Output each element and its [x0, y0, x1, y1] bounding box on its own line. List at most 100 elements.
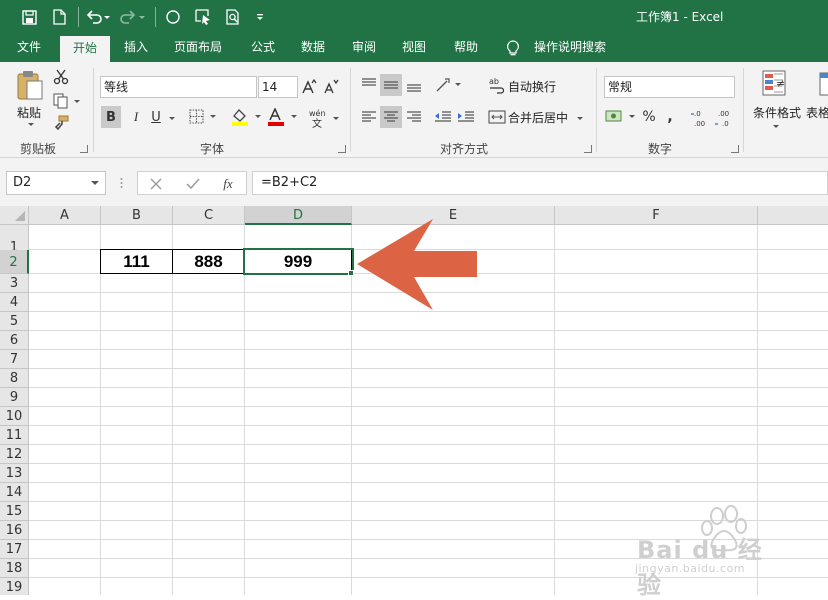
merge-dropdown-icon[interactable] — [576, 115, 584, 121]
tab-insert[interactable]: 插入 — [113, 34, 159, 62]
select-all-corner[interactable] — [0, 206, 29, 225]
alignment-launcher-icon[interactable] — [584, 145, 592, 153]
decrease-indent-icon[interactable] — [432, 106, 454, 128]
row-header-17[interactable]: 17 — [0, 540, 29, 559]
wrap-text-icon[interactable]: ab — [488, 74, 506, 96]
italic-button[interactable]: I — [126, 106, 146, 128]
new-file-icon[interactable] — [48, 6, 70, 28]
copy-icon[interactable] — [52, 92, 82, 110]
conditional-formatting-icon[interactable]: ≠ — [760, 68, 792, 100]
merge-center-icon[interactable] — [487, 106, 507, 128]
paste-dropdown-icon[interactable] — [27, 121, 35, 127]
row-header-7[interactable]: 7 — [0, 350, 29, 369]
orientation-icon[interactable] — [434, 74, 464, 96]
increase-indent-icon[interactable] — [455, 106, 477, 128]
customize-qat-icon[interactable] — [252, 6, 268, 28]
increase-font-icon[interactable] — [300, 76, 318, 98]
tab-review[interactable]: 审阅 — [341, 34, 387, 62]
font-launcher-icon[interactable] — [338, 145, 346, 153]
tab-help[interactable]: 帮助 — [443, 34, 489, 62]
clipboard-launcher-icon[interactable] — [80, 145, 88, 153]
tab-formulas[interactable]: 公式 — [240, 34, 286, 62]
undo-icon[interactable] — [84, 6, 112, 28]
select-objects-icon[interactable] — [192, 6, 214, 28]
fill-handle[interactable] — [348, 270, 354, 276]
cancel-icon[interactable] — [146, 174, 166, 194]
row-header-14[interactable]: 14 — [0, 483, 29, 502]
print-preview-icon[interactable] — [222, 6, 244, 28]
align-left-icon[interactable] — [359, 106, 379, 128]
font-size-select[interactable]: 14 — [258, 76, 298, 98]
decrease-decimal-icon[interactable]: .00.0 — [714, 106, 736, 130]
tab-data[interactable]: 数据 — [290, 34, 336, 62]
row-header-5[interactable]: 5 — [0, 312, 29, 331]
conditional-formatting-dropdown-icon[interactable] — [772, 123, 780, 129]
format-as-table-label[interactable]: 表格 — [806, 104, 828, 121]
increase-decimal-icon[interactable]: .0.00 — [690, 106, 710, 130]
row-header-18[interactable]: 18 — [0, 559, 29, 578]
number-launcher-icon[interactable] — [731, 145, 739, 153]
decrease-font-icon[interactable] — [322, 76, 340, 98]
tab-home[interactable]: 开始 — [60, 36, 110, 62]
row-header-11[interactable]: 11 — [0, 426, 29, 445]
insert-function-button[interactable]: fx — [218, 174, 238, 194]
row-header-13[interactable]: 13 — [0, 464, 29, 483]
phonetic-guide-icon[interactable]: wén 文 — [306, 106, 342, 130]
column-header-c[interactable]: C — [173, 206, 245, 225]
number-format-select[interactable]: 常规 — [604, 76, 735, 98]
merge-center-label[interactable]: 合并后居中 — [508, 109, 568, 126]
tell-me-search[interactable]: 操作说明搜索 — [530, 34, 610, 62]
cell-c2[interactable]: 888 — [172, 249, 245, 274]
bold-button[interactable]: B — [101, 106, 121, 128]
formula-bar-grip-icon[interactable] — [120, 177, 123, 189]
row-header-3[interactable]: 3 — [0, 274, 29, 293]
align-middle-icon[interactable] — [380, 74, 402, 96]
formula-input[interactable]: =B2+C2 — [252, 171, 828, 195]
row-header-8[interactable]: 8 — [0, 369, 29, 388]
underline-dropdown-icon[interactable] — [168, 115, 176, 121]
cell-b2[interactable]: 111 — [100, 249, 173, 274]
name-box-dropdown-icon[interactable] — [91, 181, 99, 185]
column-header-f[interactable]: F — [555, 206, 758, 225]
save-icon[interactable] — [18, 6, 40, 28]
align-top-icon[interactable] — [359, 74, 379, 96]
row-header-16[interactable]: 16 — [0, 521, 29, 540]
font-name-select[interactable]: 等线 — [100, 76, 257, 98]
tab-page-layout[interactable]: 页面布局 — [165, 34, 231, 62]
fill-color-icon[interactable] — [230, 106, 264, 128]
row-header-10[interactable]: 10 — [0, 407, 29, 426]
paste-label[interactable]: 粘贴 — [17, 104, 41, 121]
column-header-a[interactable]: A — [29, 206, 101, 225]
row-header-9[interactable]: 9 — [0, 388, 29, 407]
conditional-formatting-label[interactable]: 条件格式 — [753, 104, 801, 121]
row-header-19[interactable]: 19 — [0, 578, 29, 595]
column-header-g[interactable] — [758, 206, 828, 225]
align-bottom-icon[interactable] — [403, 74, 425, 96]
wrap-text-label[interactable]: 自动换行 — [508, 78, 556, 95]
circle-shape-icon[interactable] — [162, 6, 184, 28]
comma-style-button[interactable]: , — [662, 106, 678, 128]
redo-icon[interactable] — [118, 6, 148, 28]
column-header-d[interactable]: D — [245, 206, 352, 225]
tab-view[interactable]: 视图 — [391, 34, 437, 62]
row-header-2[interactable]: 2 — [0, 250, 29, 274]
cut-icon[interactable] — [52, 68, 70, 86]
accounting-format-icon[interactable] — [604, 106, 638, 128]
align-right-icon[interactable] — [403, 106, 425, 128]
font-color-icon[interactable] — [266, 106, 300, 128]
row-header-12[interactable]: 12 — [0, 445, 29, 464]
column-header-b[interactable]: B — [101, 206, 173, 225]
row-header-6[interactable]: 6 — [0, 331, 29, 350]
row-header-15[interactable]: 15 — [0, 502, 29, 521]
paste-icon[interactable] — [12, 68, 48, 102]
row-header-4[interactable]: 4 — [0, 293, 29, 312]
align-center-icon[interactable] — [380, 106, 402, 128]
tab-file[interactable]: 文件 — [6, 34, 52, 62]
format-painter-icon[interactable] — [52, 114, 70, 132]
lightbulb-icon[interactable] — [506, 40, 520, 60]
borders-icon[interactable] — [186, 106, 220, 128]
format-as-table-icon[interactable] — [818, 68, 828, 100]
name-box[interactable]: D2 — [6, 171, 106, 195]
enter-icon[interactable] — [183, 174, 203, 194]
underline-button[interactable]: U — [148, 106, 164, 128]
